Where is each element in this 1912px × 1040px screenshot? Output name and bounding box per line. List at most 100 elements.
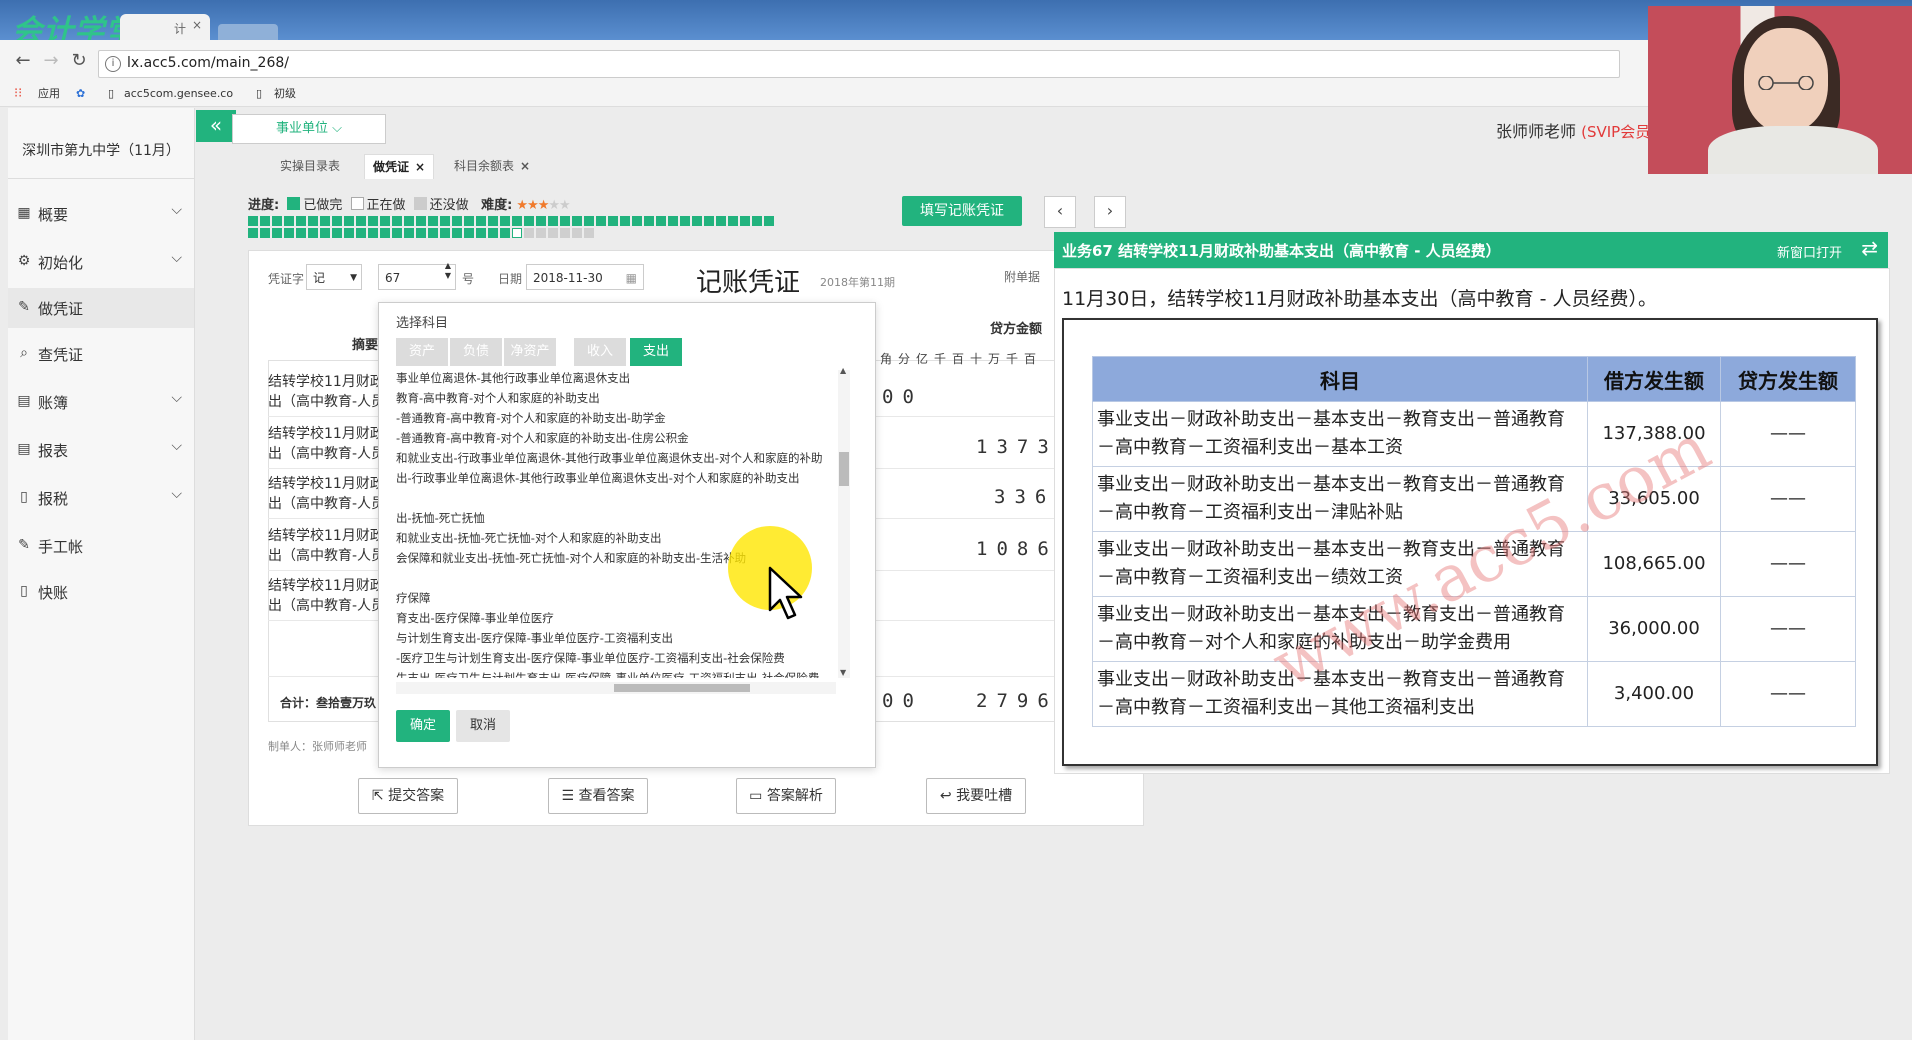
amount-cell-3[interactable]: 336 <box>994 486 1055 508</box>
progress-cell[interactable] <box>536 216 546 226</box>
progress-cell[interactable] <box>428 216 438 226</box>
account-list-item[interactable]: 生支出-医疗卫生与计划生育支出-医疗保障-事业单位医疗-工资福利支出-社会保险费 <box>396 668 834 678</box>
progress-cell[interactable] <box>296 228 306 238</box>
progress-cell[interactable] <box>332 216 342 226</box>
account-list-item[interactable]: 出-抚恤-死亡抚恤 <box>396 508 834 528</box>
progress-cell[interactable] <box>596 216 606 226</box>
tab-net-assets[interactable]: 净资产 <box>504 338 556 366</box>
account-list-item[interactable]: 教育-高中教育-对个人和家庭的补助支出 <box>396 388 834 408</box>
progress-cell[interactable] <box>404 216 414 226</box>
reload-icon[interactable]: ↻ <box>68 50 90 72</box>
amount-cell-2[interactable]: 1373 <box>976 436 1058 458</box>
progress-cell[interactable] <box>332 228 342 238</box>
bookmark-gensee[interactable]: acc5com.gensee.co <box>124 86 233 102</box>
progress-cell[interactable] <box>692 216 702 226</box>
summary-cell-5[interactable]: 结转学校11月财政 出（高中教育-人员 <box>268 576 378 616</box>
summary-cell-2[interactable]: 结转学校11月财政 出（高中教育-人员 <box>268 424 378 464</box>
close-icon[interactable]: × <box>415 160 425 174</box>
switch-icon[interactable]: ⇄ <box>1861 236 1878 260</box>
unit-type-select[interactable]: 事业单位 ⌵ <box>232 114 386 144</box>
progress-cell[interactable] <box>392 228 402 238</box>
progress-cell[interactable] <box>656 216 666 226</box>
progress-cell[interactable] <box>644 216 654 226</box>
answer-explain-button[interactable]: ▭ 答案解析 <box>736 778 836 814</box>
progress-cell[interactable] <box>548 228 558 238</box>
progress-cell[interactable] <box>248 228 258 238</box>
progress-cell[interactable] <box>476 228 486 238</box>
progress-cell[interactable] <box>320 216 330 226</box>
bookmark-apps[interactable]: 应用 <box>38 86 60 102</box>
collapse-sidebar-button[interactable]: « <box>196 110 236 142</box>
progress-cell[interactable] <box>548 216 558 226</box>
account-list-item[interactable]: 和就业支出-行政事业单位离退休-其他行政事业单位离退休支出-对个人和家庭的补助 <box>396 448 834 468</box>
progress-cell[interactable] <box>512 216 522 226</box>
scroll-up-icon[interactable]: ▲ <box>840 366 846 375</box>
progress-cell[interactable] <box>392 216 402 226</box>
fill-voucher-button[interactable]: 填写记账凭证 <box>902 196 1022 226</box>
progress-cell[interactable] <box>308 216 318 226</box>
account-list-item[interactable]: 事业单位离退休-其他行政事业单位离退休支出 <box>396 368 834 388</box>
sidebar-item-manual[interactable]: ✎ 手工帐 <box>8 526 194 566</box>
scroll-thumb[interactable] <box>614 684 750 692</box>
progress-cell[interactable] <box>380 228 390 238</box>
summary-cell-4[interactable]: 结转学校11月财政 出（高中教育-人员 <box>268 526 378 566</box>
account-list-item[interactable]: -普通教育-高中教育-对个人和家庭的补助支出-助学金 <box>396 408 834 428</box>
sidebar-item-init[interactable]: ⚙ 初始化 ⌵ <box>8 242 194 282</box>
progress-cell[interactable] <box>272 216 282 226</box>
progress-cell[interactable] <box>260 228 270 238</box>
next-button[interactable]: › <box>1094 196 1126 228</box>
progress-cell[interactable] <box>320 228 330 238</box>
progress-cell[interactable] <box>464 228 474 238</box>
progress-cell[interactable] <box>308 228 318 238</box>
tab-income[interactable]: 收入 <box>574 338 626 366</box>
progress-cell[interactable] <box>488 216 498 226</box>
progress-cell[interactable] <box>704 216 714 226</box>
progress-cell[interactable] <box>428 228 438 238</box>
progress-cell[interactable] <box>560 228 570 238</box>
progress-cell[interactable] <box>572 216 582 226</box>
progress-cell[interactable] <box>524 228 534 238</box>
progress-cell[interactable] <box>464 216 474 226</box>
progress-cell[interactable] <box>440 228 450 238</box>
progress-cell[interactable] <box>500 228 510 238</box>
tab-expenses[interactable]: 支出 <box>630 338 682 366</box>
scroll-thumb[interactable] <box>839 452 849 486</box>
progress-cell[interactable] <box>488 228 498 238</box>
new-window-link[interactable]: 新窗口打开 <box>1777 242 1842 261</box>
tab-make-voucher[interactable]: 做凭证 × <box>364 154 435 179</box>
forward-arrow-icon[interactable]: → <box>40 50 62 72</box>
progress-cell[interactable] <box>740 216 750 226</box>
progress-cell[interactable] <box>248 216 258 226</box>
account-list-item[interactable]: -医疗卫生与计划生育支出-医疗保障-事业单位医疗-工资福利支出-社会保险费 <box>396 648 834 668</box>
progress-cell[interactable] <box>404 228 414 238</box>
close-icon[interactable]: × <box>192 18 202 32</box>
progress-cell[interactable] <box>524 216 534 226</box>
account-list-item[interactable] <box>396 488 834 508</box>
horizontal-scrollbar[interactable] <box>396 682 836 694</box>
progress-cell[interactable] <box>668 216 678 226</box>
sidebar-item-report[interactable]: ▤ 报表 ⌵ <box>8 430 194 470</box>
progress-cell[interactable] <box>344 216 354 226</box>
bookmark-chuji[interactable]: 初级 <box>274 86 296 102</box>
progress-cell[interactable] <box>728 216 738 226</box>
tab-assets[interactable]: 资产 <box>396 338 448 366</box>
account-list-item[interactable]: 出-行政事业单位离退休-其他行政事业单位离退休支出-对个人和家庭的补助支出 <box>396 468 834 488</box>
feedback-button[interactable]: ↩ 我要吐槽 <box>926 778 1026 814</box>
submit-answer-button[interactable]: ⇱ 提交答案 <box>358 778 458 814</box>
account-list-item[interactable]: 与计划生育支出-医疗保障-事业单位医疗-工资福利支出 <box>396 628 834 648</box>
summary-cell-1[interactable]: 结转学校11月财政 出（高中教育-人员 <box>268 372 378 412</box>
progress-cell[interactable] <box>368 216 378 226</box>
tab-account-balance[interactable]: 科目余额表 × <box>446 154 538 178</box>
summary-cell-3[interactable]: 结转学校11月财政 出（高中教育-人员 <box>268 474 378 514</box>
tab-liabilities[interactable]: 负债 <box>450 338 502 366</box>
progress-cell[interactable] <box>416 216 426 226</box>
sidebar-item-quick[interactable]: ▯ 快账 <box>8 572 194 612</box>
progress-cell[interactable] <box>584 228 594 238</box>
progress-cell[interactable] <box>620 216 630 226</box>
progress-cell[interactable] <box>512 228 522 238</box>
progress-cell[interactable] <box>452 228 462 238</box>
progress-cell[interactable] <box>356 228 366 238</box>
progress-cell[interactable] <box>284 216 294 226</box>
back-arrow-icon[interactable]: ← <box>12 50 34 72</box>
progress-cell[interactable] <box>572 228 582 238</box>
